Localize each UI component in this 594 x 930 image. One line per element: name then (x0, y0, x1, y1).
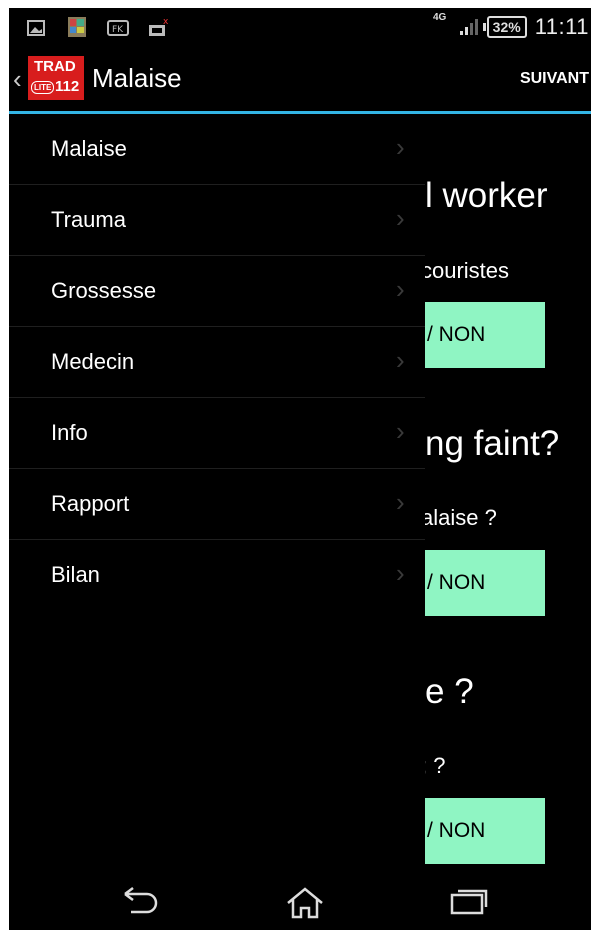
next-button[interactable]: SUIVANT (520, 70, 589, 88)
drawer-item-info[interactable]: Info › (9, 398, 425, 469)
question-title: l worker (425, 176, 548, 215)
network-type-label: 4G (433, 12, 447, 23)
back-icon[interactable] (121, 886, 161, 916)
chevron-right-icon: › (396, 558, 405, 588)
logo-text-trad: TRAD (34, 58, 76, 75)
svg-text:FK: FK (112, 25, 124, 35)
drawer-item-label: Malaise (51, 136, 127, 161)
answer-button[interactable]: / NON (425, 550, 545, 616)
home-icon[interactable] (285, 886, 325, 920)
question-subtitle: alaise ? (421, 505, 497, 530)
chevron-right-icon: › (396, 487, 405, 517)
svg-text:x: x (163, 17, 169, 27)
fk-app-icon: FK (107, 20, 129, 36)
clock: 11:11 (534, 14, 589, 39)
chevron-right-icon: › (396, 203, 405, 233)
drawer-item-label: Bilan (51, 562, 100, 587)
status-right-group: 32% 11:11 (459, 8, 589, 46)
chevron-right-icon: › (396, 132, 405, 162)
drawer-item-label: Info (51, 420, 88, 445)
drawer-item-trauma[interactable]: Trauma › (9, 185, 425, 256)
answer-button[interactable]: / NON (425, 302, 545, 368)
drawer-item-malaise[interactable]: Malaise › (9, 114, 425, 185)
drawer-item-label: Medecin (51, 349, 135, 374)
chevron-right-icon: › (396, 274, 405, 304)
system-nav-bar (9, 874, 591, 930)
chevron-left-icon[interactable]: ‹ (13, 64, 22, 95)
question-title: ng faint? (425, 424, 560, 463)
recents-icon[interactable] (449, 886, 489, 916)
drawer-item-grossesse[interactable]: Grossesse › (9, 256, 425, 327)
camera-error-icon: x (149, 17, 169, 36)
image-icon (27, 20, 45, 36)
app-logo[interactable]: TRAD LITE 112 (28, 56, 84, 100)
drawer-item-label: Grossesse (51, 278, 157, 303)
action-bar: ‹ TRAD LITE 112 Malaise SUIVANT (9, 46, 591, 114)
phone-screen: FK x 4G 32% 11:11 ‹ TRAD LITE 112 Malais… (9, 8, 591, 930)
drawer-item-medecin[interactable]: Medecin › (9, 327, 425, 398)
drawer-item-label: Rapport (51, 491, 130, 516)
logo-text-112: 112 (55, 78, 80, 95)
drawer-item-bilan[interactable]: Bilan › (9, 540, 425, 610)
logo-text-lite: LITE (31, 81, 55, 94)
battery-indicator: 32% (482, 16, 527, 38)
answer-button[interactable]: / NON (425, 798, 545, 864)
status-bar: FK x 4G 32% 11:11 (9, 8, 591, 46)
gallery-icon (68, 17, 86, 37)
chevron-right-icon: › (396, 345, 405, 375)
drawer-item-label: Trauma (51, 207, 126, 232)
question-title: e ? (425, 672, 474, 711)
question-subtitle: couristes (421, 258, 510, 283)
navigation-drawer: Malaise › Trauma › Grossesse › Medecin ›… (9, 114, 425, 874)
page-title: Malaise (92, 63, 182, 93)
signal-icon (459, 19, 478, 35)
drawer-item-rapport[interactable]: Rapport › (9, 469, 425, 540)
chevron-right-icon: › (396, 416, 405, 446)
